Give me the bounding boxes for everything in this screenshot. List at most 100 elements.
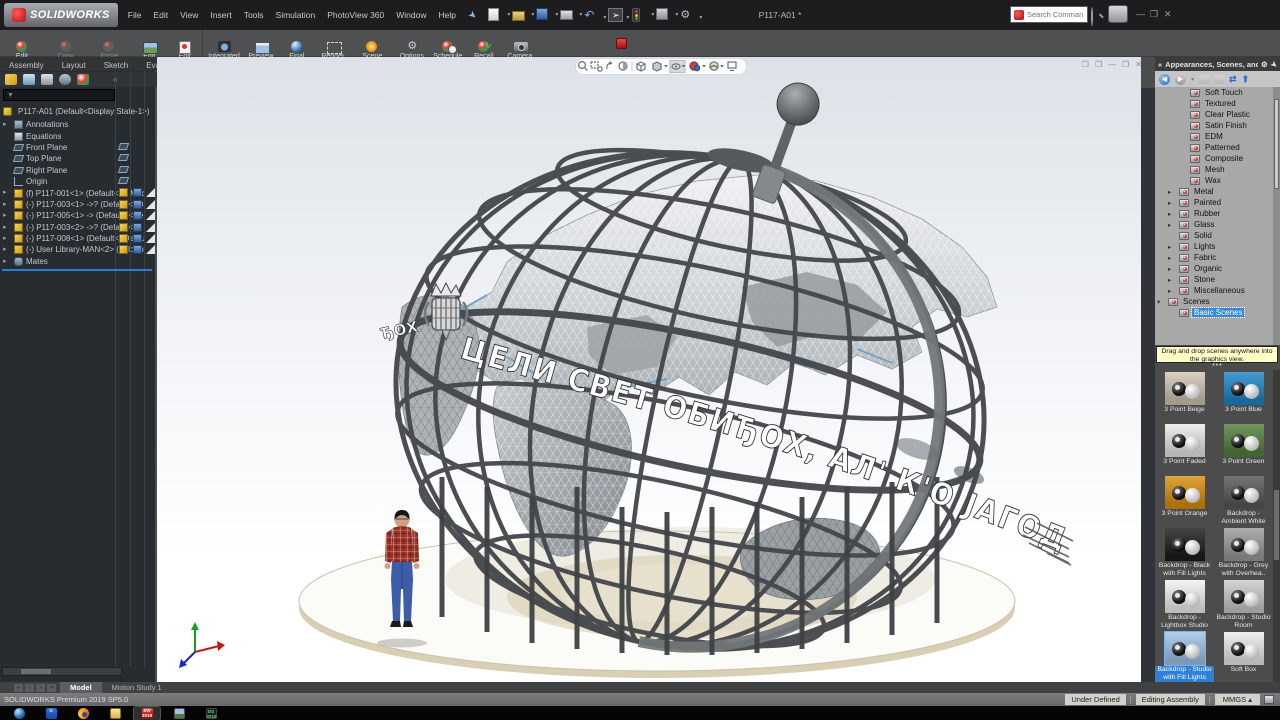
apply-scene-icon[interactable] bbox=[710, 62, 724, 70]
command-button[interactable]: Edit Scene bbox=[131, 30, 167, 56]
solidworks-logo[interactable]: SOLIDWORKS bbox=[4, 3, 118, 27]
new-document-button[interactable] bbox=[488, 8, 503, 22]
command-button[interactable]: Integrated Preview bbox=[205, 30, 243, 56]
task-pane-pin-icon[interactable]: ➤ bbox=[1269, 59, 1280, 70]
tree-scrollbar[interactable] bbox=[1273, 87, 1280, 345]
expand-arrow-icon[interactable]: ▸ bbox=[1168, 243, 1171, 251]
appearance-tree-item[interactable]: ▸ Miscellaneous bbox=[1155, 285, 1280, 296]
tab-nav-arrows[interactable]: «‹›» bbox=[14, 684, 56, 692]
command-button[interactable]: Render Region bbox=[315, 30, 351, 56]
ribbon-tab[interactable]: Assembly bbox=[0, 59, 53, 71]
task-pane-gear-icon[interactable]: ⚙ bbox=[1261, 60, 1268, 69]
appearance-tree-item[interactable]: ▸ Solid bbox=[1155, 230, 1280, 241]
feature-tree-item[interactable]: ▸ (-) P117-008<1> (Default<<Defau bbox=[0, 233, 157, 244]
feature-tree-item[interactable]: ▸ Annotations bbox=[0, 119, 157, 130]
taskbar-outlook[interactable]: O bbox=[38, 707, 64, 720]
taskbar-file-explorer[interactable] bbox=[102, 707, 128, 720]
restore-button[interactable]: ❐ bbox=[1150, 9, 1158, 19]
expand-arrow-icon[interactable]: ▾ bbox=[1157, 298, 1160, 306]
menu-item[interactable]: PhotoView 360 bbox=[321, 0, 390, 30]
feature-tree-item[interactable]: ▸ Origin bbox=[0, 176, 157, 187]
forward-dropdown-icon[interactable]: ▾ bbox=[1191, 76, 1194, 83]
search-commands-box[interactable] bbox=[1010, 6, 1088, 23]
expand-arrow-icon[interactable]: ▸ bbox=[3, 244, 7, 255]
feature-tree-item[interactable]: ▸ (-) P117-005<1> -> (Default<<De bbox=[0, 210, 157, 221]
expand-arrow-icon[interactable]: ▸ bbox=[3, 199, 7, 210]
refresh-icon[interactable]: ⇄ bbox=[1229, 74, 1237, 85]
doc-window-icon-2[interactable]: ❒ bbox=[1095, 59, 1102, 71]
command-button[interactable]: Options bbox=[394, 30, 430, 56]
search-icon[interactable] bbox=[1091, 8, 1105, 21]
help-resources-icon[interactable] bbox=[1108, 5, 1128, 23]
feature-tree-item[interactable]: ▸ (-) P117-003<1> ->? (Default<<D bbox=[0, 199, 157, 210]
expand-arrow-icon[interactable]: ▸ bbox=[1168, 210, 1171, 218]
rebuild-traffic-light-button[interactable] bbox=[632, 8, 647, 22]
appearance-tree-item[interactable]: ▸ Organic bbox=[1155, 263, 1280, 274]
expand-arrow-icon[interactable]: ▸ bbox=[3, 210, 7, 221]
document-tab[interactable]: Motion Study 1 bbox=[102, 682, 172, 693]
expand-arrow-icon[interactable]: ▸ bbox=[1168, 221, 1171, 229]
scene-thumbnail[interactable]: 3 Point Orange bbox=[1155, 474, 1214, 524]
search-input[interactable] bbox=[1027, 10, 1083, 19]
command-button[interactable]: Preview Window bbox=[243, 30, 279, 56]
appearance-tree-item[interactable]: ▸ Wax bbox=[1155, 175, 1280, 186]
options-gear-button[interactable]: ⚙ bbox=[680, 8, 695, 22]
appearance-tree-item[interactable]: ▸ Patterned bbox=[1155, 142, 1280, 153]
section-view-icon[interactable] bbox=[619, 62, 627, 70]
menu-item[interactable]: File bbox=[122, 0, 148, 30]
expand-arrow-icon[interactable]: ▸ bbox=[3, 222, 7, 233]
save-button[interactable] bbox=[536, 8, 551, 22]
expand-arrow-icon[interactable]: ▸ bbox=[3, 256, 7, 267]
menu-item[interactable]: Simulation bbox=[270, 0, 322, 30]
select-cursor-button[interactable]: ➢ bbox=[608, 8, 623, 22]
scene-thumbnail[interactable]: Backdrop - Studio with Fill Lights bbox=[1155, 630, 1214, 680]
appearance-tree-item[interactable]: ▸ Lights bbox=[1155, 241, 1280, 252]
doc-minimize-button[interactable]: — bbox=[1108, 59, 1116, 71]
undo-button[interactable]: ↶ bbox=[584, 8, 599, 22]
menu-item[interactable]: View bbox=[174, 0, 204, 30]
expand-arrow-icon[interactable]: ▸ bbox=[3, 187, 7, 198]
taskbar-solidworks-2019[interactable]: SW2019 bbox=[134, 707, 160, 720]
scene-thumbnail[interactable]: Backdrop - Ambient White bbox=[1214, 474, 1273, 524]
menu-item[interactable]: Tools bbox=[238, 0, 270, 30]
command-button[interactable]: Final Render bbox=[279, 30, 315, 56]
expand-arrow-icon[interactable]: ▸ bbox=[1168, 276, 1171, 284]
expand-arrow-icon[interactable]: ▸ bbox=[3, 233, 7, 244]
file-properties-button[interactable] bbox=[656, 8, 671, 22]
previous-view-icon[interactable] bbox=[607, 61, 613, 69]
scene-thumbnail[interactable]: Soft Box bbox=[1214, 630, 1273, 680]
scene-thumbnail[interactable]: 3 Point Blue bbox=[1214, 370, 1273, 420]
expand-arrow-icon[interactable]: ▸ bbox=[1168, 254, 1171, 262]
view-settings-icon[interactable] bbox=[728, 62, 736, 71]
appearance-tree-item[interactable]: ▸ Rubber bbox=[1155, 208, 1280, 219]
assembly-root-item[interactable]: P117-A01 (Default<Display State-1>) bbox=[3, 107, 153, 116]
expand-arrow-icon[interactable]: ▸ bbox=[1168, 188, 1171, 196]
taskbar-photos[interactable] bbox=[166, 707, 192, 720]
ribbon-tab[interactable]: Layout bbox=[53, 59, 95, 71]
tab-displaymanager-icon[interactable] bbox=[77, 74, 89, 85]
feature-tree-item[interactable]: ▸ (f) P117-001<1> (Default<As Mac bbox=[0, 187, 157, 198]
edit-appearance-viewport-icon[interactable] bbox=[690, 62, 706, 71]
appearance-tree-item[interactable]: ▸ Soft Touch bbox=[1155, 87, 1280, 98]
appearance-tree-item[interactable]: ▸ Fabric bbox=[1155, 252, 1280, 263]
units-selector[interactable]: MMGS ▴ bbox=[1215, 694, 1260, 705]
command-button[interactable]: Edit Decal bbox=[167, 30, 203, 56]
feature-tree-item[interactable]: ▸ Top Plane bbox=[0, 153, 157, 164]
expand-arrow-icon[interactable]: ▸ bbox=[1168, 199, 1171, 207]
appearance-tree-item[interactable]: ▸ Composite bbox=[1155, 153, 1280, 164]
appearance-tree-item[interactable]: ▸ Basic Scenes bbox=[1155, 307, 1280, 318]
rollback-bar[interactable] bbox=[2, 269, 152, 271]
hide-show-items-icon[interactable] bbox=[670, 61, 686, 73]
tab-propertymanager-icon[interactable] bbox=[23, 74, 35, 85]
appearance-tree-item[interactable]: ▸ Clear Plastic bbox=[1155, 109, 1280, 120]
pane-splitter[interactable]: ••• bbox=[1155, 364, 1280, 369]
tab-strip-chevron-icon[interactable]: « bbox=[113, 75, 117, 84]
viewport-3d-scene[interactable]: ЦЕЛИ СВЕТ ОБИЂОХ, АЛ' К'О ЈАГОДИ ЂОХ bbox=[157, 57, 1141, 682]
collapse-chevron-icon[interactable]: « bbox=[1158, 60, 1162, 69]
command-button[interactable]: Paste Appearance bbox=[88, 30, 132, 56]
menu-item[interactable]: Insert bbox=[204, 0, 237, 30]
appearance-tree-item[interactable]: ▸ EDM bbox=[1155, 131, 1280, 142]
command-button[interactable]: Copy Appearance bbox=[44, 30, 88, 56]
tab-featuremanager-icon[interactable] bbox=[5, 74, 17, 85]
scenes-scrollbar[interactable] bbox=[1273, 370, 1280, 682]
